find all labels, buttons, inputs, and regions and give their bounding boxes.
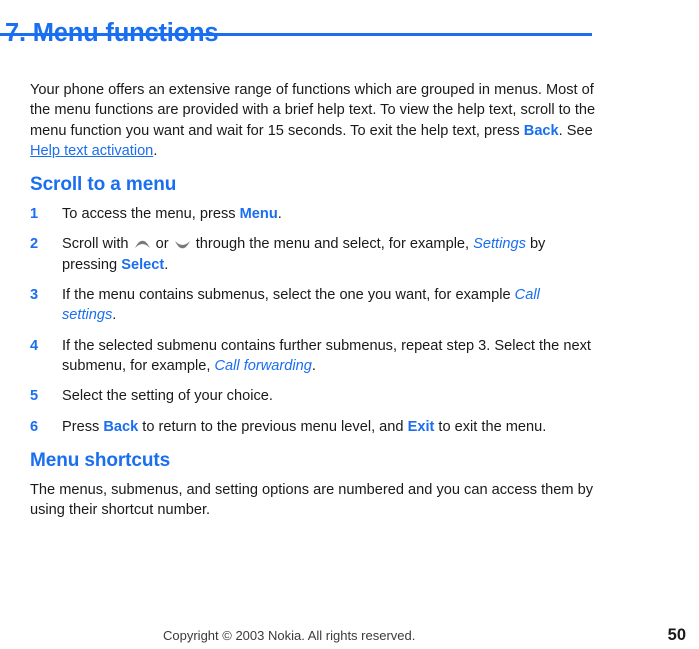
step-number: 5 xyxy=(30,388,39,405)
step-number: 2 xyxy=(30,236,39,253)
link-help-text-activation[interactable]: Help text activation xyxy=(30,143,153,159)
heading-scroll-to-a-menu: Scroll to a menu xyxy=(30,174,177,196)
step-text-part-2: . xyxy=(277,206,282,223)
scroll-up-arrow-icon xyxy=(134,240,151,249)
menu-item-settings: Settings xyxy=(473,236,526,253)
intro-text-part-2: . See xyxy=(558,122,593,139)
copyright-notice: Copyright © 2003 Nokia. All rights reser… xyxy=(163,628,416,643)
softkey-select-label: Select xyxy=(121,256,165,273)
step-text-part-1: If the menu contains submenus, select th… xyxy=(62,287,515,304)
manual-page: 7. Menu functions Your phone offers an e… xyxy=(0,0,699,649)
heading-menu-shortcuts: Menu shortcuts xyxy=(30,449,171,471)
page-footer: Copyright © 2003 Nokia. All rights reser… xyxy=(0,626,699,649)
softkey-menu-label: Menu xyxy=(239,206,278,223)
step-number: 3 xyxy=(30,287,39,304)
list-item: 1 To access the menu, press Menu. xyxy=(30,204,596,224)
title-divider xyxy=(0,33,592,36)
step-text-part-2: . xyxy=(112,307,117,324)
step-text-part-1: Scroll with xyxy=(62,236,133,253)
intro-paragraph: Your phone offers an extensive range of … xyxy=(30,80,596,161)
step-text-part-2: to return to the previous menu level, an… xyxy=(138,418,408,435)
step-text-part-1: Press xyxy=(62,418,104,435)
list-item: 3 If the menu contains submenus, select t… xyxy=(30,285,596,326)
list-item: 5 Select the setting of your choice. xyxy=(30,386,596,406)
step-text-part-1: Select the setting of your choice. xyxy=(62,388,273,405)
step-number: 4 xyxy=(30,337,39,354)
list-item: 2 Scroll with or through the menu and sel… xyxy=(30,234,596,275)
step-text-part-2: or xyxy=(151,236,173,253)
step-text-part-5: . xyxy=(164,256,169,273)
page-content: Your phone offers an extensive range of … xyxy=(30,80,596,526)
list-item: 6 Press Back to return to the previous me… xyxy=(30,417,596,437)
step-text-part-1: If the selected submenu contains further… xyxy=(62,337,591,374)
step-text-part-3: to exit the menu. xyxy=(434,418,547,435)
shortcuts-paragraph: The menus, submenus, and setting options… xyxy=(30,481,593,519)
step-number: 6 xyxy=(30,418,39,435)
softkey-back-label: Back xyxy=(103,418,139,435)
softkey-back-label: Back xyxy=(523,122,559,139)
page-number: 50 xyxy=(667,626,686,644)
list-item: 4 If the selected submenu contains furthe… xyxy=(30,336,596,377)
softkey-exit-label: Exit xyxy=(407,418,435,435)
menu-item-call-forwarding: Call forwarding xyxy=(214,357,312,374)
step-number: 1 xyxy=(30,206,39,223)
intro-text-part-3: . xyxy=(153,142,158,159)
step-text-part-2: . xyxy=(311,357,316,374)
step-text-part-3: through the menu and select, for example… xyxy=(191,236,474,253)
intro-text-part-1: Your phone offers an extensive range of … xyxy=(30,82,596,139)
step-text-part-1: To access the menu, press xyxy=(62,206,240,223)
scroll-down-arrow-icon xyxy=(174,240,191,249)
steps-list: 1 To access the menu, press Menu. 2 Scroll… xyxy=(30,204,596,437)
